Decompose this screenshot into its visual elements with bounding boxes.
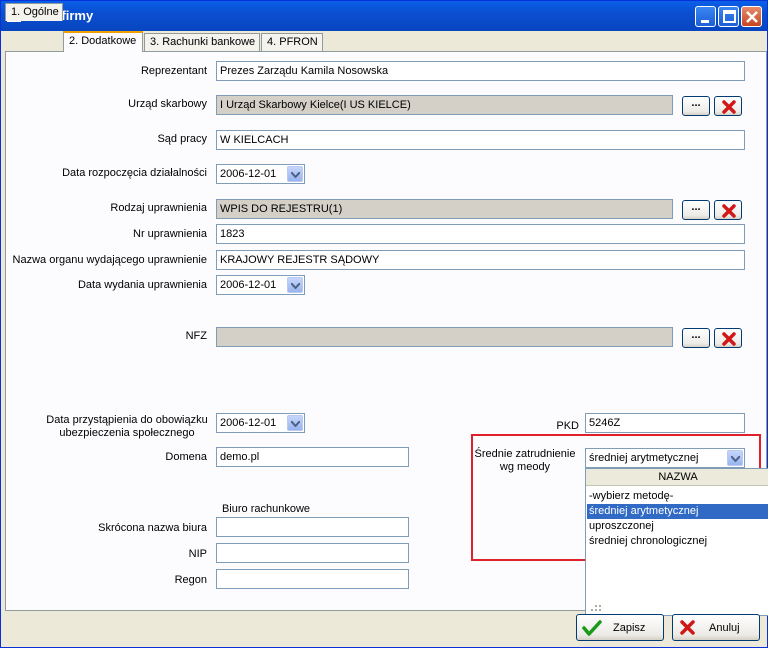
domena-input[interactable]: demo.pl (216, 447, 409, 467)
nfz-browse-button[interactable]: ... (682, 328, 710, 348)
window: Dane firmy 1. Ogólne 2. Dodatkowe 3. Rac… (0, 0, 768, 648)
tab-rachunki-bankowe[interactable]: 3. Rachunki bankowe (144, 33, 260, 51)
skrocona-nazwa-input[interactable] (216, 517, 409, 537)
chevron-down-icon (291, 283, 300, 289)
dropdown-arrow[interactable] (727, 450, 743, 466)
biuro-rachunkowe-heading: Biuro rachunkowe (221, 503, 311, 515)
tab-dodatkowe[interactable]: 2. Dodatkowe (63, 31, 143, 52)
sad-pracy-input[interactable]: W KIELCACH (216, 130, 745, 150)
close-button[interactable] (741, 6, 762, 27)
browse-label: ... (691, 97, 701, 109)
cancel-icon (680, 620, 695, 635)
nazwa-organu-input[interactable]: KRAJOWY REJESTR SĄDOWY (216, 250, 745, 270)
date-value: 2006-12-01 (220, 279, 277, 291)
urzad-skarbowy-input[interactable]: I Urząd Skarbowy Kielce(I US KIELCE) (216, 95, 673, 115)
nip-label: NIP (188, 548, 207, 560)
list-option[interactable]: średniej chronologicznej (587, 534, 768, 549)
nfz-label: NFZ (185, 330, 207, 342)
data-przystapienia-label: Data przystąpienia do obowiązku ubezpiec… (46, 414, 208, 439)
dropdown-arrow[interactable] (287, 166, 303, 182)
tab-pfron[interactable]: 4. PFRON (261, 33, 323, 51)
rodzaj-clear-button[interactable] (714, 200, 742, 220)
data-wydania-picker[interactable]: 2006-12-01 (216, 275, 305, 295)
urzad-skarbowy-label: Urząd skarbowy (128, 98, 207, 110)
dropdown-list: NAZWA -wybierz metodę- średniej arytmety… (585, 468, 768, 616)
data-rozpoczecia-label: Data rozpoczęcia działalności (62, 167, 207, 179)
regon-input[interactable] (216, 569, 409, 589)
skrocona-nazwa-label: Skrócona nazwa biura (98, 522, 207, 534)
list-option[interactable]: -wybierz metodę- (587, 489, 768, 504)
rodzaj-uprawnienia-input[interactable]: WPIS DO REJESTRU(1) (216, 199, 673, 219)
chevron-down-icon (291, 421, 300, 427)
date-value: 2006-12-01 (220, 168, 277, 180)
regon-label: Regon (174, 574, 207, 586)
minimize-icon (701, 20, 709, 23)
maximize-icon (723, 10, 736, 23)
list-option-selected[interactable]: średniej arytmetycznej (587, 504, 768, 519)
pkd-label: PKD (556, 420, 579, 432)
domena-label: Domena (165, 451, 207, 463)
sad-pracy-label: Sąd pracy (157, 133, 207, 145)
cancel-label: Anuluj (709, 622, 740, 634)
urzad-clear-button[interactable] (714, 96, 742, 116)
srednie-zatrudnienie-select[interactable]: średniej arytmetycznej (585, 448, 745, 468)
delete-icon (722, 204, 736, 218)
tab-ogolne[interactable]: 1. Ogólne (5, 3, 63, 21)
nip-input[interactable] (216, 543, 409, 563)
tab-label: 1. Ogólne (11, 6, 59, 18)
checkmark-icon (582, 620, 602, 636)
urzad-browse-button[interactable]: ... (682, 96, 710, 116)
minimize-button[interactable] (695, 6, 716, 27)
nr-uprawnienia-input[interactable]: 1823 (216, 224, 745, 244)
delete-icon (722, 100, 736, 114)
save-button[interactable]: Zapisz (576, 614, 664, 641)
cancel-button[interactable]: Anuluj (672, 614, 760, 641)
maximize-button[interactable] (718, 6, 739, 27)
save-label: Zapisz (613, 622, 646, 634)
delete-icon (722, 332, 736, 346)
nr-uprawnienia-label: Nr uprawnienia (133, 228, 207, 240)
nfz-input[interactable] (216, 327, 673, 347)
date-value: 2006-12-01 (220, 417, 277, 429)
tab-label: 4. PFRON (267, 36, 318, 48)
rodzaj-browse-button[interactable]: ... (682, 200, 710, 220)
reprezentant-label: Reprezentant (140, 65, 207, 77)
srednie-zatrudnienie-label: Średnie zatrudnienie wg meody (474, 448, 576, 473)
data-wydania-label: Data wydania uprawnienia (77, 279, 207, 291)
chevron-down-icon (291, 172, 300, 178)
browse-label: ... (691, 201, 701, 213)
list-option[interactable]: uproszczonej (587, 519, 768, 534)
data-przystapienia-picker[interactable]: 2006-12-01 (216, 413, 305, 433)
resize-grip-icon[interactable] (590, 602, 602, 612)
data-rozpoczecia-picker[interactable]: 2006-12-01 (216, 164, 305, 184)
dropdown-arrow[interactable] (287, 277, 303, 293)
rodzaj-uprawnienia-label: Rodzaj uprawnienia (110, 202, 207, 214)
pkd-input[interactable]: 5246Z (585, 413, 745, 433)
dropdown-arrow[interactable] (287, 415, 303, 431)
tab-label: 3. Rachunki bankowe (150, 36, 256, 48)
reprezentant-input[interactable]: Prezes Zarządu Kamila Nosowska (216, 61, 745, 81)
tab-label: 2. Dodatkowe (69, 35, 137, 47)
select-value: średniej arytmetycznej (589, 452, 699, 464)
nazwa-organu-label: Nazwa organu wydającego uprawnienie (12, 254, 207, 266)
browse-label: ... (691, 329, 701, 341)
list-header: NAZWA (586, 469, 768, 486)
close-icon (746, 11, 758, 23)
title-bar[interactable]: Dane firmy (1, 1, 767, 31)
nfz-clear-button[interactable] (714, 328, 742, 348)
chevron-down-icon (731, 456, 740, 462)
